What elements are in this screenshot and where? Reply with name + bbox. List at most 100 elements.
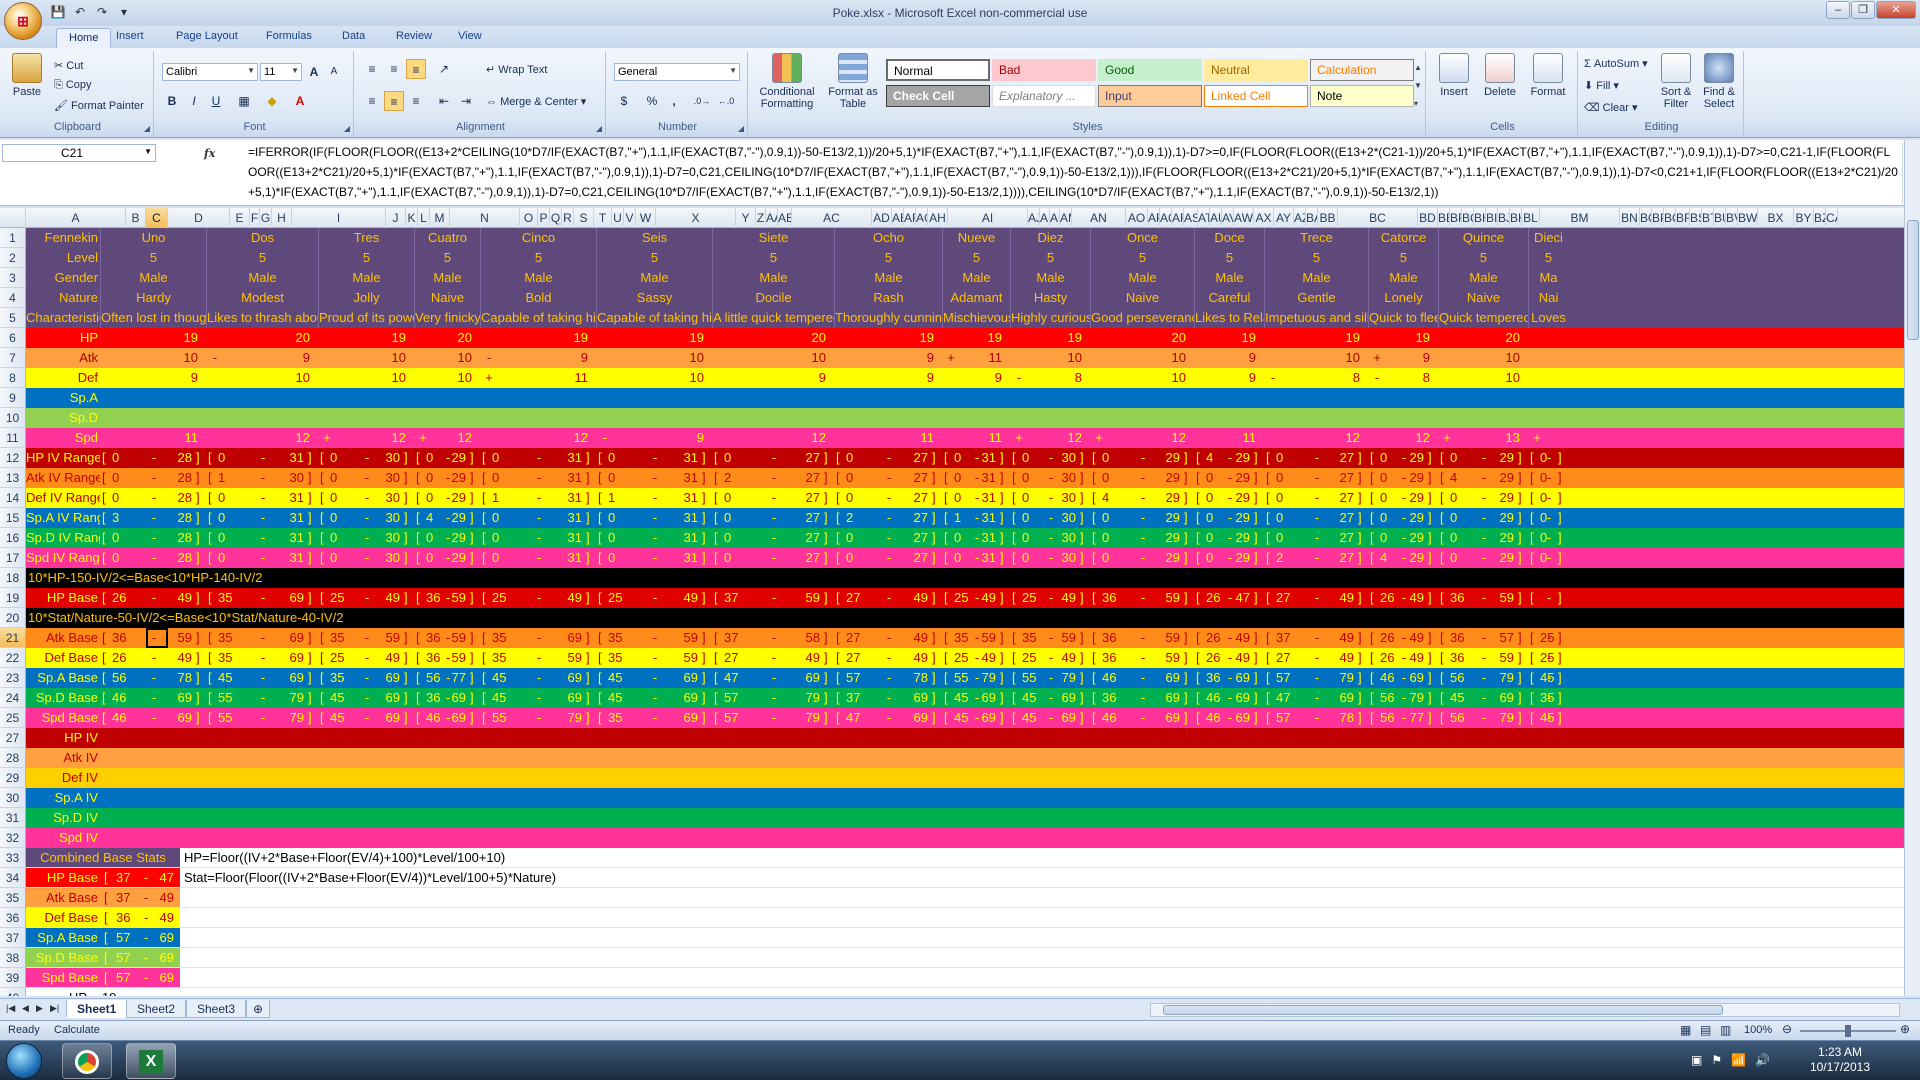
grid-cell[interactable]: 0 — [330, 488, 350, 508]
grid-cell[interactable]: 5 — [480, 248, 596, 268]
grid-cell[interactable]: 31 — [678, 548, 700, 568]
grid-cell[interactable]: Male — [1010, 268, 1090, 288]
grid-cell[interactable]: Impetuous and silly — [1264, 308, 1368, 328]
column-header[interactable]: BX — [1758, 208, 1794, 228]
column-header[interactable]: Q — [550, 208, 562, 228]
grid-cell[interactable]: 56 — [1450, 708, 1470, 728]
grid-cell[interactable]: 0 — [1022, 488, 1042, 508]
grid-cell[interactable]: 2 — [724, 468, 744, 488]
grid-cell[interactable]: 30 — [1056, 508, 1078, 528]
grid-cell[interactable]: 45 — [492, 688, 512, 708]
grid-cell[interactable]: 0 — [1206, 548, 1226, 568]
grid-cell[interactable]: HP IV Range — [26, 448, 100, 468]
grid-cell[interactable]: Atk Base — [26, 888, 100, 907]
column-header[interactable]: BT — [1702, 208, 1714, 228]
row-header[interactable]: 8 — [0, 368, 26, 388]
bold-button[interactable]: B — [162, 91, 182, 111]
grid-cell[interactable]: 0 — [1206, 488, 1226, 508]
row-header[interactable]: 17 — [0, 548, 26, 568]
column-header[interactable]: P — [538, 208, 550, 228]
grid-cell[interactable]: 27 — [846, 628, 866, 648]
column-header[interactable]: AT — [1198, 208, 1210, 228]
column-header[interactable]: AQ — [1160, 208, 1172, 228]
grid-cell[interactable] — [1546, 368, 1562, 388]
grid-cell[interactable]: Level — [26, 248, 100, 268]
grid-cell[interactable]: 45 — [954, 688, 974, 708]
grid-cell[interactable]: Def IV Range — [26, 488, 100, 508]
grid-cell[interactable]: 55 — [1022, 668, 1042, 688]
grid-cell[interactable]: 0 — [218, 548, 238, 568]
grid-cell[interactable]: 11 — [147, 428, 200, 448]
grid-cell[interactable]: 29 — [1230, 548, 1252, 568]
grid-cell[interactable]: 29 — [1160, 548, 1182, 568]
grid-cell[interactable]: Cinco — [480, 228, 596, 248]
grid-cell[interactable]: 57 — [1276, 708, 1296, 728]
grid-cell[interactable]: Sp.A Base — [26, 668, 100, 688]
grid-cell[interactable] — [1196, 328, 1210, 348]
delete-cells-button[interactable]: Delete — [1478, 53, 1522, 98]
grid-cell[interactable] — [361, 408, 408, 428]
column-header[interactable]: BR — [1676, 208, 1690, 228]
grid-cell[interactable]: 27 — [908, 448, 930, 468]
grid-cell[interactable]: 31 — [678, 508, 700, 528]
grid-cell[interactable]: 27 — [908, 508, 930, 528]
grid-cell[interactable]: 0 — [846, 548, 866, 568]
grid-cell[interactable]: 27 — [1334, 468, 1356, 488]
borders-icon[interactable]: ▦ — [234, 91, 254, 111]
grid-cell[interactable]: 0 — [608, 448, 628, 468]
page-break-view-icon[interactable]: ▥ — [1720, 1023, 1731, 1037]
grid-cell[interactable]: 69 — [800, 668, 822, 688]
grid-cell[interactable]: Def Base — [26, 908, 100, 927]
row-header[interactable]: 18 — [0, 568, 26, 588]
grid-cell[interactable] — [1092, 408, 1106, 428]
grid-cell[interactable] — [598, 368, 612, 388]
vertical-scroll-thumb[interactable] — [1907, 220, 1919, 340]
grid-cell[interactable]: 12 — [361, 428, 408, 448]
grid-cell[interactable] — [416, 368, 430, 388]
grid-cell[interactable] — [944, 408, 958, 428]
grid-cell[interactable]: 29 — [1160, 508, 1182, 528]
grid-cell[interactable]: 9 — [1225, 368, 1258, 388]
grid-cell[interactable]: 49 — [1404, 648, 1426, 668]
grid-cell[interactable] — [208, 428, 222, 448]
grid-cell[interactable]: + — [1012, 428, 1026, 448]
alignment-launcher-icon[interactable]: ◢ — [596, 124, 602, 133]
grid-cell[interactable]: 0 — [492, 468, 512, 488]
grid-cell[interactable]: 27 — [1334, 448, 1356, 468]
grid-cell[interactable]: 5 — [1194, 248, 1264, 268]
grid-cell[interactable]: 69 — [156, 948, 176, 967]
grid-cell[interactable]: 69 — [1160, 668, 1182, 688]
grid-cell[interactable]: 31 — [976, 448, 998, 468]
grid-cell[interactable]: 12 — [256, 428, 312, 448]
grid-cell[interactable]: 31 — [284, 488, 306, 508]
grid-cell[interactable]: 35 — [218, 648, 238, 668]
grid-cell[interactable]: 45 — [608, 688, 628, 708]
grid-cell[interactable]: 10 — [361, 348, 408, 368]
grid-cell[interactable]: 0 — [330, 508, 350, 528]
grid-cell[interactable]: 30 — [380, 448, 402, 468]
grid-cell[interactable] — [1046, 388, 1084, 408]
grid-cell[interactable] — [1012, 408, 1026, 428]
row-header[interactable]: 38 — [0, 948, 26, 968]
row-header[interactable]: 23 — [0, 668, 26, 688]
grid-cell[interactable]: 59 — [1056, 628, 1078, 648]
grid-cell[interactable]: 10 — [1136, 348, 1188, 368]
grid-cell[interactable]: 10 — [443, 368, 474, 388]
style-cell[interactable]: Input — [1098, 85, 1202, 107]
grid-cell[interactable]: 49 — [908, 588, 930, 608]
number-format-combo[interactable]: General ▼ — [614, 63, 740, 81]
currency-button[interactable]: $ — [614, 91, 634, 111]
grid-cell[interactable]: 69 — [1230, 668, 1252, 688]
row-header[interactable]: 25 — [0, 708, 26, 728]
grid-cell[interactable]: 5 — [206, 248, 318, 268]
tab-insert[interactable]: Insert — [116, 30, 144, 42]
grid-cell[interactable]: 36 — [1102, 688, 1122, 708]
grid-cell[interactable]: 28 — [172, 508, 194, 528]
column-header[interactable]: AF — [904, 208, 916, 228]
grid-cell[interactable]: 8 — [1399, 368, 1432, 388]
row-header[interactable]: 32 — [0, 828, 26, 848]
grid-cell[interactable]: Spd IV — [26, 828, 100, 848]
grid-cell[interactable]: 47 — [1276, 688, 1296, 708]
grid-cell[interactable]: Naive — [1090, 288, 1194, 308]
grid-cell[interactable] — [944, 328, 958, 348]
